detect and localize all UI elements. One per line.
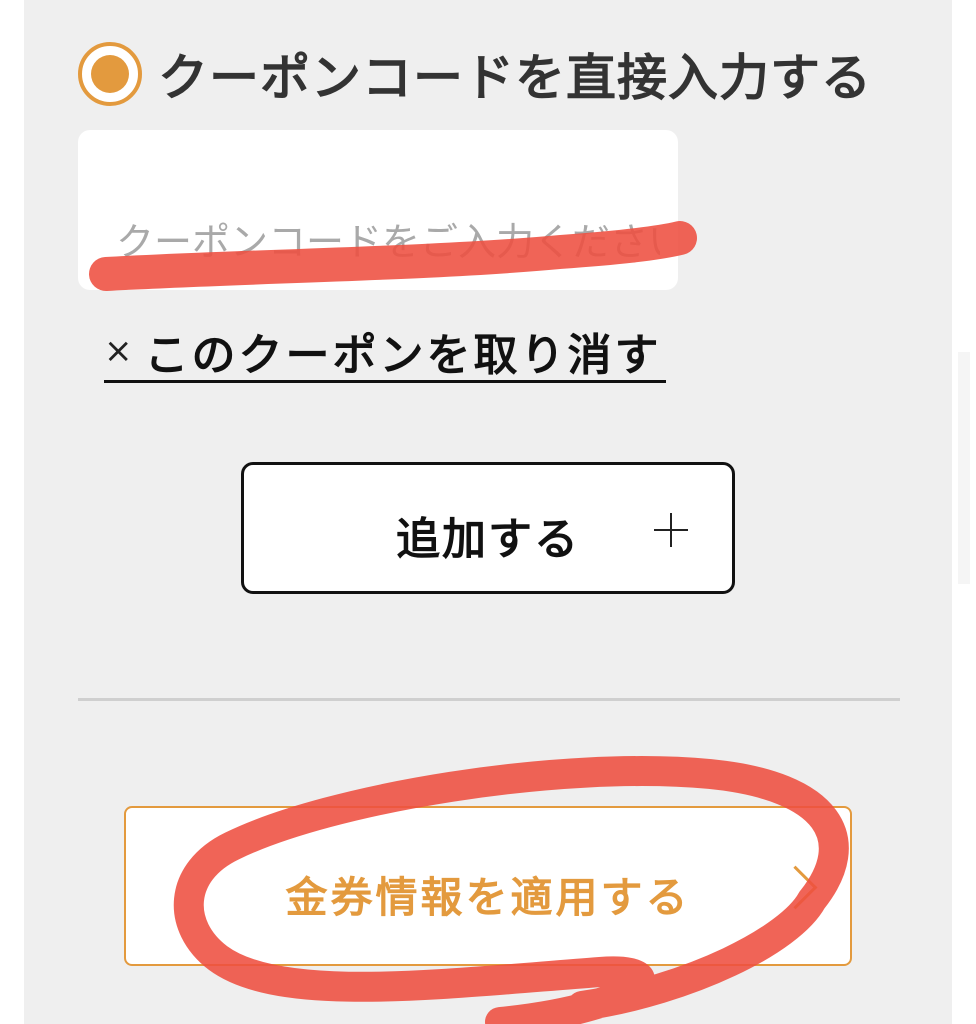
direct-coupon-option[interactable]: クーポンコードを直接入力する [78, 38, 872, 110]
direct-coupon-option-label: クーポンコードを直接入力する [158, 49, 872, 107]
radio-dot [91, 55, 129, 93]
apply-voucher-label: 金券情報を適用する [285, 873, 691, 922]
scrollbar-track[interactable] [958, 352, 970, 584]
close-icon: × [104, 331, 133, 371]
coupon-code-input[interactable] [78, 130, 678, 290]
plus-icon [654, 513, 688, 547]
radio-selected-icon[interactable] [78, 42, 142, 106]
apply-voucher-button[interactable]: 金券情報を適用する [124, 806, 852, 966]
section-divider [78, 698, 900, 701]
cancel-coupon-label: このクーポンを取り消す [144, 330, 662, 381]
cancel-coupon-link[interactable]: × このクーポンを取り消す [104, 322, 666, 383]
add-coupon-button[interactable]: 追加する [241, 462, 735, 594]
